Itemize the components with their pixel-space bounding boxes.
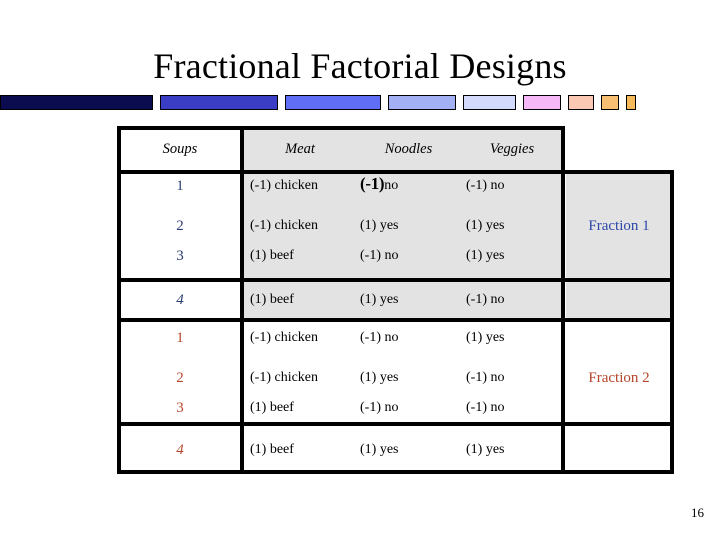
cell-noodles-emphasis: (-1) [360,174,385,193]
cell-meat: (-1) chicken [250,330,319,345]
table-rule-top [117,126,564,130]
bar-segment-4 [388,95,456,110]
cell-noodles: (1) yes [360,218,399,233]
table-rule-bottom [117,470,674,474]
column-header-noodles: Noodles [384,141,433,157]
table-rule-header-bottom [117,170,674,174]
cell-meat: (-1) chicken [250,178,319,193]
cell-meat: (-1) chicken [250,218,319,233]
run-number: 2 [176,370,184,386]
table-rule-right [670,170,674,474]
run-number: 1 [176,330,184,346]
column-header-soups: Soups [162,141,198,157]
bar-segment-9 [626,95,636,110]
cell-noodles-tail: no [384,178,399,193]
fraction-2-label: Fraction 2 [588,370,650,386]
column-header-veggies: Veggies [489,141,535,157]
fractional-factorial-table: Soups Meat Noodles Veggies 1 (-1) chicke… [117,126,674,474]
run-number: 2 [176,218,184,234]
cell-veggies: (1) yes [466,248,505,263]
cell-noodles: (1) yes [360,370,399,385]
bar-segment-5 [463,95,516,110]
cell-veggies: (-1) no [466,292,505,307]
cell-veggies: (1) yes [466,442,505,457]
cell-noodles: (-1)no [360,174,399,194]
bar-segment-3 [285,95,381,110]
cell-meat: (1) beef [250,400,294,415]
cell-veggies: (-1) no [466,178,505,193]
page-number: 16 [691,505,704,520]
cell-meat: (1) beef [250,292,294,307]
cell-noodles: (-1) no [360,248,399,263]
run-number: 4 [176,442,184,458]
cell-noodles: (1) yes [360,292,399,307]
cell-noodles: (-1) no [360,330,399,345]
run-number: 1 [176,178,184,194]
page-title: Fractional Factorial Designs [153,46,567,86]
table-rule-f1-bottom [117,318,674,322]
bar-segment-1 [0,95,153,110]
run-number: 3 [176,248,184,264]
fraction-1-label: Fraction 1 [588,218,650,234]
table-rule-f2-block1 [117,422,674,426]
column-header-meat: Meat [285,141,315,157]
table-rule-col-veggies-right [561,126,565,474]
cell-meat: (1) beef [250,442,294,457]
bar-segment-8 [601,95,619,110]
run-number: 4 [176,292,184,308]
bar-segment-6 [523,95,561,110]
table-rule-col-soups-right [240,126,244,474]
cell-veggies: (-1) no [466,400,505,415]
cell-veggies: (-1) no [466,370,505,385]
bar-segment-2 [160,95,278,110]
cell-noodles: (1) yes [360,442,399,457]
cell-veggies: (1) yes [466,218,505,233]
decorative-color-bar [0,95,720,111]
cell-veggies: (1) yes [466,330,505,345]
cell-noodles: (-1) no [360,400,399,415]
run-number: 3 [176,400,184,416]
table-rule-f1-block1 [117,278,674,282]
cell-meat: (1) beef [250,248,294,263]
shading-fraction1-cell [566,172,674,318]
bar-segment-7 [568,95,594,110]
cell-meat: (-1) chicken [250,370,319,385]
